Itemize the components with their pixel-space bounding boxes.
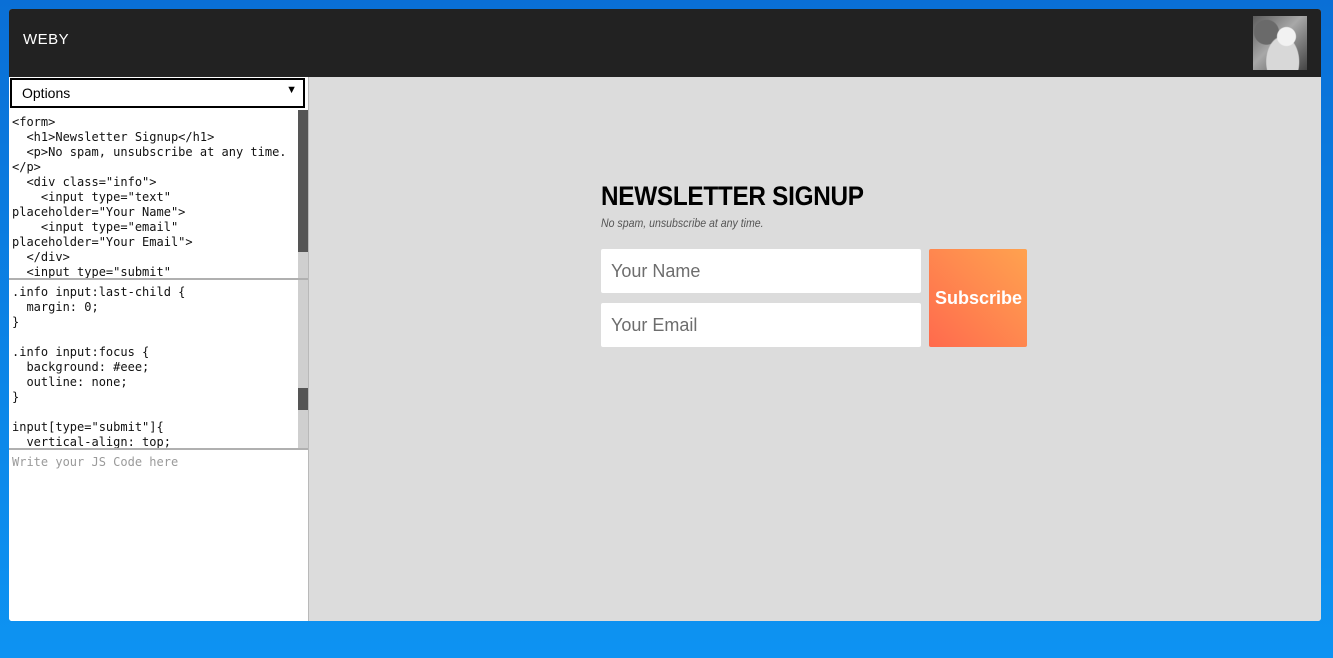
triangle-down-icon: ▼ (286, 84, 297, 96)
subscribe-button[interactable]: Subscribe (929, 249, 1027, 347)
top-bar: WEBY (9, 9, 1321, 77)
signup-subtitle: No spam, unsubscribe at any time. (601, 216, 764, 230)
preview-pane: NEWSLETTER SIGNUP No spam, unsubscribe a… (309, 77, 1321, 621)
editor-panel: Options ▼ <form> <h1>Newsletter Signup</… (9, 77, 309, 621)
name-input[interactable] (601, 249, 921, 293)
user-avatar-icon[interactable] (1253, 16, 1307, 70)
html-editor-scrollbar[interactable] (298, 110, 308, 278)
newsletter-form: NEWSLETTER SIGNUP No spam, unsubscribe a… (601, 181, 1031, 347)
options-select[interactable]: Options ▼ (10, 78, 305, 108)
css-editor-scroll-thumb[interactable] (298, 388, 308, 410)
email-input[interactable] (601, 303, 921, 347)
options-select-value: Options (22, 85, 71, 101)
html-editor-scroll-thumb[interactable] (298, 110, 308, 252)
signup-title: NEWSLETTER SIGNUP (601, 181, 864, 211)
html-editor[interactable]: <form> <h1>Newsletter Signup</h1> <p>No … (9, 110, 308, 280)
html-code[interactable]: <form> <h1>Newsletter Signup</h1> <p>No … (12, 115, 287, 278)
js-editor-placeholder[interactable]: Write your JS Code here (12, 455, 178, 470)
css-editor-scrollbar[interactable] (298, 280, 308, 448)
app-window: WEBY Options ▼ <form> <h1>Newsletter Sig… (9, 9, 1321, 621)
js-editor[interactable]: Write your JS Code here (9, 450, 308, 621)
css-code[interactable]: .info input:last-child { margin: 0; } .i… (12, 285, 185, 448)
brand-logo[interactable]: WEBY (23, 31, 69, 48)
css-editor[interactable]: .info input:last-child { margin: 0; } .i… (9, 280, 308, 450)
